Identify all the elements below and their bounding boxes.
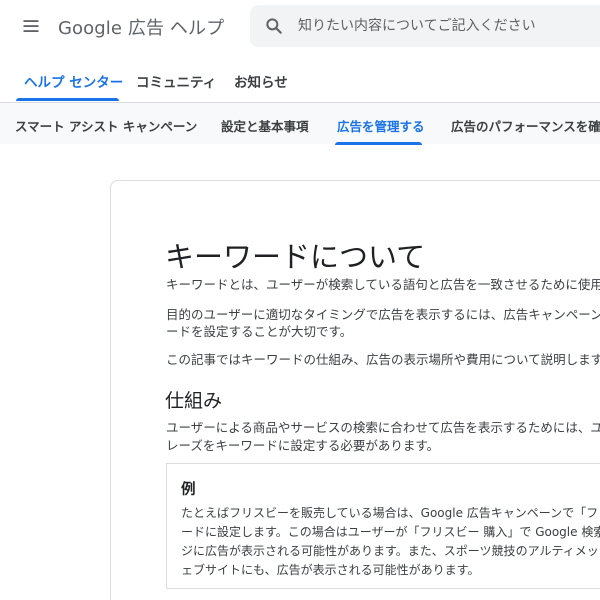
- hamburger-menu-icon: [23, 20, 39, 32]
- primary-tabs: ヘルプ センター コミュニティ お知らせ: [0, 60, 600, 102]
- tab-announcements[interactable]: お知らせ: [234, 71, 288, 91]
- intro-paragraph-1: キーワードとは、ユーザーが検索している語句と広告を一致させるために使用さ: [166, 277, 600, 292]
- search-input[interactable]: [298, 5, 598, 47]
- section-paragraph-line-2: レーズをキーワードに設定する必要があります。: [166, 438, 440, 453]
- search-icon[interactable]: [264, 16, 284, 36]
- example-heading: 例: [181, 482, 196, 498]
- nav-smart-campaigns[interactable]: スマート アシスト キャンペーン: [15, 116, 197, 135]
- intro-paragraph-3: この記事ではキーワードの仕組み、広告の表示場所や費用について説明します。: [166, 352, 600, 367]
- example-line-2: ードに設定します。この場合はユーザーが「フリスビー 購入」で Google 検索: [181, 525, 600, 539]
- search-box[interactable]: [250, 5, 600, 47]
- nav-setup-basics[interactable]: 設定と基本事項: [221, 116, 309, 135]
- tab-community[interactable]: コミュニティ: [136, 71, 216, 91]
- nav-manage-ads[interactable]: 広告を管理する: [337, 116, 425, 135]
- example-line-3: ジに広告が表示される可能性があります。また、スポーツ競技のアルティメッ: [181, 544, 599, 558]
- example-line-1: たとえばフリスビーを販売している場合は、Google 広告キャンペーンで「フリ: [181, 506, 600, 520]
- section-heading-how-it-works: 仕組み: [165, 390, 223, 412]
- top-header: Google 広告 ヘルプ: [0, 0, 600, 52]
- nav-ad-performance[interactable]: 広告のパフォーマンスを確認: [451, 116, 600, 135]
- secondary-nav: スマート アシスト キャンペーン 設定と基本事項 広告を管理する 広告のパフォー…: [0, 102, 600, 145]
- intro-paragraph-2-line-2: ードを設定することが大切です。: [166, 324, 353, 339]
- section-paragraph-line-1: ユーザーによる商品やサービスの検索に合わせて広告を表示するためには、ユー: [166, 420, 600, 435]
- example-line-4: ェブサイトにも、広告が表示される可能性があります。: [181, 563, 480, 577]
- tab-help-center[interactable]: ヘルプ センター: [24, 71, 123, 91]
- product-title[interactable]: Google 広告 ヘルプ: [58, 14, 224, 40]
- article-title: キーワードについて: [165, 240, 426, 274]
- active-tab-indicator: [16, 98, 119, 101]
- active-nav-indicator: [335, 142, 422, 145]
- main-menu-button[interactable]: [13, 8, 49, 44]
